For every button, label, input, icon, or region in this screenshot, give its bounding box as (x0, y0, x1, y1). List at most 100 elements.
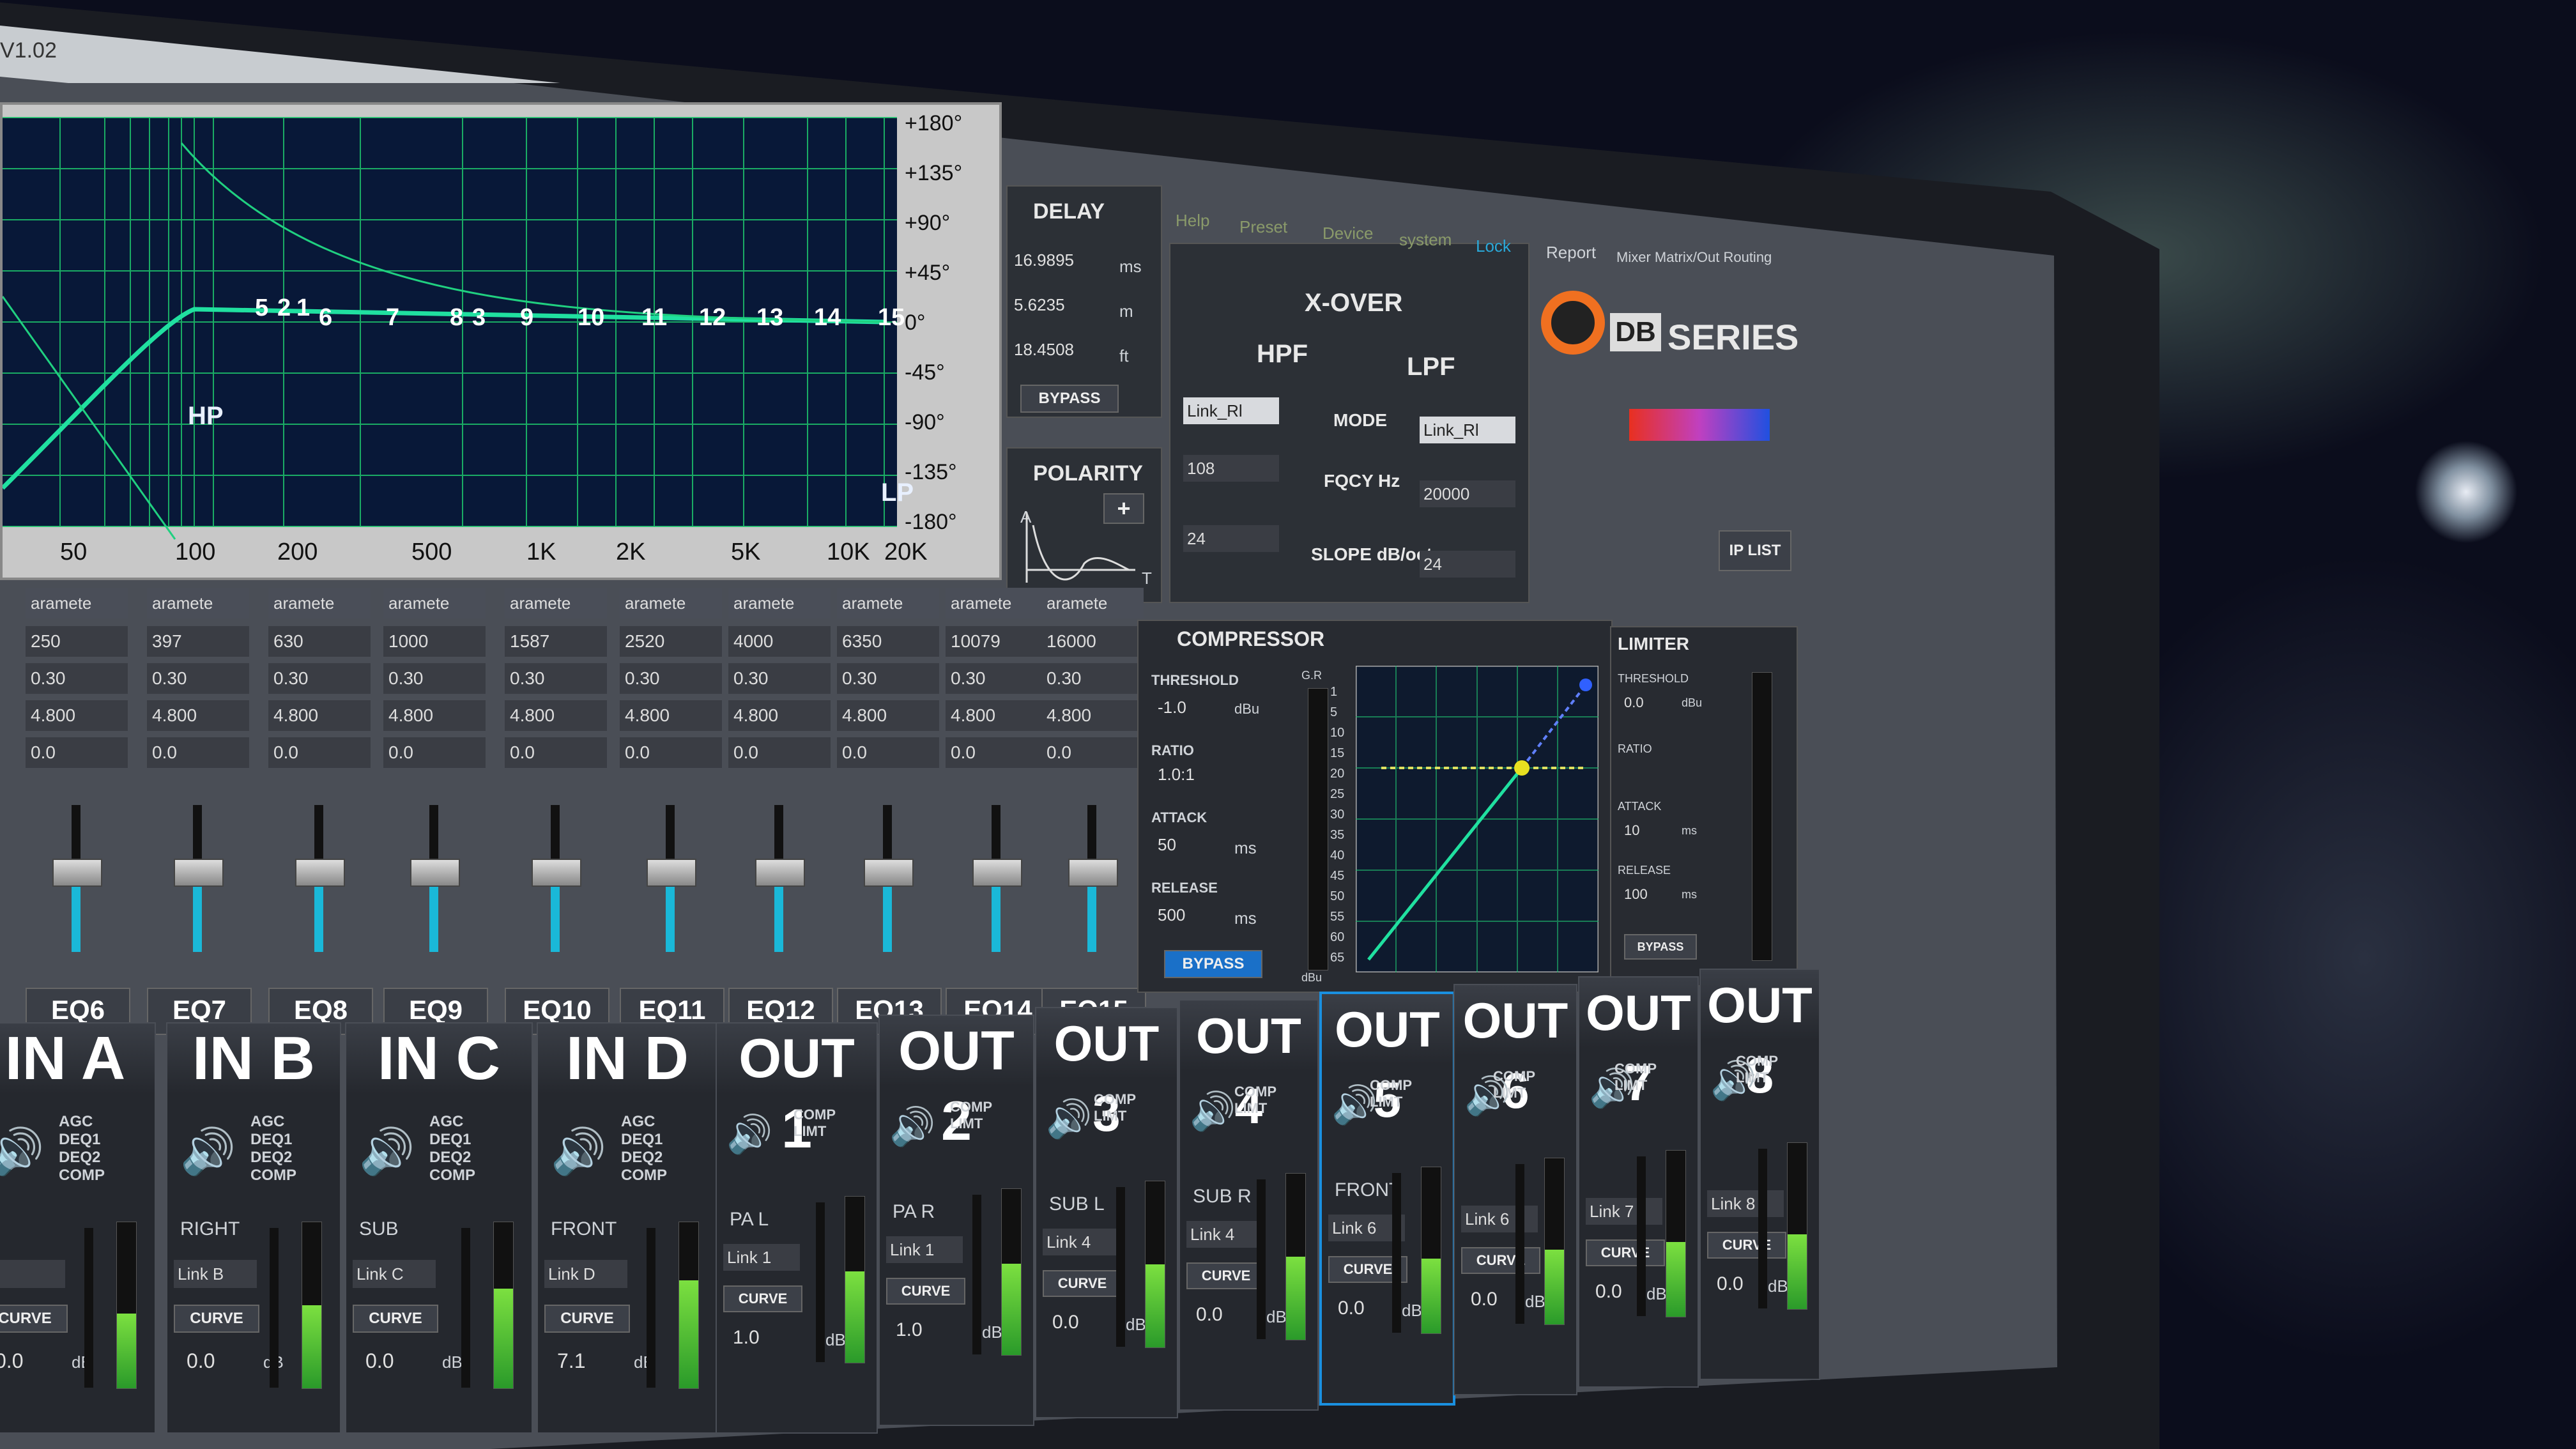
output-channel-name[interactable]: OUT 4 (1180, 1000, 1317, 1134)
eq-q-input[interactable]: 0.30 (147, 663, 249, 694)
eq-gain-input[interactable]: 0.0 (946, 737, 1048, 768)
hpf-slope-dropdown[interactable]: 24 (1183, 525, 1279, 552)
speaker-icon[interactable]: 🔊 (889, 1105, 935, 1149)
eq-param-dropdown[interactable]: aramete (1041, 588, 1144, 618)
eq-gain-knob[interactable] (52, 858, 102, 887)
eq-gain-input[interactable]: 0.0 (268, 737, 371, 768)
eq-band-marker[interactable]: 13 (756, 304, 783, 331)
menu-help[interactable]: Help (1176, 211, 1209, 231)
output-fader[interactable] (816, 1202, 825, 1362)
eq-param-dropdown[interactable]: aramete (620, 588, 722, 618)
eq-freq-input[interactable]: 630 (268, 626, 371, 657)
limiter-release-value[interactable]: 100 (1624, 886, 1648, 903)
input-curve-button[interactable]: CURVE (0, 1305, 68, 1333)
output-curve-button[interactable]: CURVE (1461, 1247, 1540, 1274)
output-curve-button[interactable]: CURVE (723, 1285, 802, 1312)
eq-freq-input[interactable]: 397 (147, 626, 249, 657)
eq-bw-input[interactable]: 4.800 (946, 700, 1048, 731)
output-channel[interactable]: OUT 4 🔊 COMP LIMT SUB R Link 4 CURVE 0.0 dB (1179, 999, 1319, 1411)
eq-gain-knob[interactable] (532, 858, 581, 887)
eq-q-input[interactable]: 0.30 (383, 663, 486, 694)
output-gain-value[interactable]: 1.0 (733, 1327, 760, 1349)
eq-band-marker[interactable]: 10 (578, 304, 604, 331)
eq-freq-input[interactable]: 16000 (1041, 626, 1144, 657)
output-channel-name[interactable]: OUT 5 (1322, 994, 1453, 1128)
eq-gain-knob[interactable] (174, 858, 224, 887)
eq-gain-input[interactable]: 0.0 (147, 737, 249, 768)
output-channel-name[interactable]: OUT 6 (1455, 985, 1576, 1119)
output-fader[interactable] (1116, 1187, 1125, 1347)
eq-gain-input[interactable]: 0.0 (620, 737, 722, 768)
output-fader[interactable] (972, 1195, 981, 1354)
eq-band-marker[interactable]: 3 (472, 304, 486, 331)
eq-gain-input[interactable]: 0.0 (1041, 737, 1144, 768)
output-link-dropdown[interactable]: Link 4 (1186, 1221, 1263, 1248)
eq-q-input[interactable]: 0.30 (837, 663, 939, 694)
lpf-type-dropdown[interactable]: Link_Rl (1420, 417, 1515, 443)
limiter-bypass-button[interactable]: BYPASS (1624, 934, 1697, 960)
speaker-icon[interactable]: 🔊 (359, 1126, 415, 1178)
input-channel-name[interactable]: IN A (0, 1023, 155, 1094)
output-gain-value[interactable]: 0.0 (1196, 1304, 1223, 1326)
input-fader[interactable] (270, 1228, 279, 1388)
output-fader[interactable] (1758, 1149, 1767, 1308)
output-channel[interactable]: OUT 3 🔊 COMP LIMT SUB L Link 4 CURVE 0.0 dB (1035, 1007, 1178, 1418)
eq-freq-input[interactable]: 1000 (383, 626, 486, 657)
input-curve-button[interactable]: CURVE (174, 1305, 259, 1333)
eq-param-dropdown[interactable]: aramete (268, 588, 371, 618)
lpf-slope-dropdown[interactable]: 24 (1420, 551, 1515, 578)
eq-gain-knob[interactable] (410, 858, 460, 887)
eq-q-input[interactable]: 0.30 (946, 663, 1048, 694)
compressor-curve-graph[interactable] (1356, 666, 1598, 972)
eq-band-marker[interactable]: 8 (450, 304, 463, 331)
output-channel[interactable]: OUT 1 🔊 COMP LIMT PA L Link 1 CURVE 1.0 dB (716, 1022, 878, 1434)
eq-graph[interactable]: HP LP +180° +135° +90° +45° 0° -45° -90° -135° -… (0, 102, 1002, 580)
eq-band-marker[interactable]: 6 (319, 304, 332, 331)
input-fader[interactable] (647, 1228, 656, 1388)
output-link-dropdown[interactable]: Link 7 (1586, 1198, 1662, 1225)
speaker-icon[interactable]: 🔊 (726, 1113, 772, 1156)
eq-param-dropdown[interactable]: aramete (837, 588, 939, 618)
input-fader[interactable] (84, 1228, 93, 1388)
menu-system[interactable]: system (1399, 230, 1452, 250)
menu-mixer[interactable]: Mixer Matrix/Out Routing (1616, 249, 1772, 266)
lpf-freq-input[interactable]: 20000 (1420, 480, 1515, 507)
delay-m-value[interactable]: 5.6235 (1014, 295, 1065, 315)
eq-gain-input[interactable]: 0.0 (505, 737, 607, 768)
output-channel-name[interactable]: OUT 2 (880, 1016, 1033, 1152)
eq-freq-input[interactable]: 4000 (728, 626, 831, 657)
menu-lock[interactable]: Lock (1476, 236, 1511, 256)
eq-band-marker[interactable]: 15 (878, 304, 905, 331)
eq-param-dropdown[interactable]: aramete (26, 588, 128, 618)
eq-band-marker[interactable]: 7 (386, 304, 399, 331)
eq-param-dropdown[interactable]: aramete (728, 588, 831, 618)
limiter-threshold-value[interactable]: 0.0 (1624, 694, 1644, 711)
eq-bw-input[interactable]: 4.800 (837, 700, 939, 731)
output-channel-name[interactable]: OUT 8 (1701, 970, 1819, 1103)
eq-param-dropdown[interactable]: aramete (946, 588, 1048, 618)
eq-bw-input[interactable]: 4.800 (505, 700, 607, 731)
delay-ft-value[interactable]: 18.4508 (1014, 340, 1074, 360)
eq-gain-input[interactable]: 0.0 (26, 737, 128, 768)
eq-gain-knob[interactable] (864, 858, 914, 887)
speaker-icon[interactable]: 🔊 (180, 1126, 236, 1178)
eq-gain-knob[interactable] (972, 858, 1022, 887)
eq-gain-input[interactable]: 0.0 (383, 737, 486, 768)
release-value[interactable]: 500 (1158, 905, 1185, 925)
output-gain-value[interactable]: 1.0 (896, 1319, 923, 1341)
eq-gain-input[interactable]: 0.0 (837, 737, 939, 768)
input-link-dropdown[interactable]: Link D (544, 1260, 627, 1288)
compressor-bypass-button[interactable]: BYPASS (1164, 950, 1262, 978)
speaker-icon[interactable]: 🔊 (1190, 1090, 1236, 1133)
eq-band-marker[interactable]: 1 (296, 295, 310, 321)
input-curve-button[interactable]: CURVE (353, 1305, 438, 1333)
speaker-icon[interactable]: 🔊 (551, 1126, 606, 1178)
eq-band-marker[interactable]: 5 (255, 295, 268, 321)
threshold-value[interactable]: -1.0 (1158, 698, 1186, 717)
eq-q-input[interactable]: 0.30 (1041, 663, 1144, 694)
eq-freq-input[interactable]: 1587 (505, 626, 607, 657)
menu-report[interactable]: Report (1546, 243, 1596, 263)
output-channel-name[interactable]: OUT 3 (1036, 1008, 1177, 1142)
eq-gain-knob[interactable] (295, 858, 345, 887)
eq-band-marker[interactable]: 2 (277, 295, 291, 321)
